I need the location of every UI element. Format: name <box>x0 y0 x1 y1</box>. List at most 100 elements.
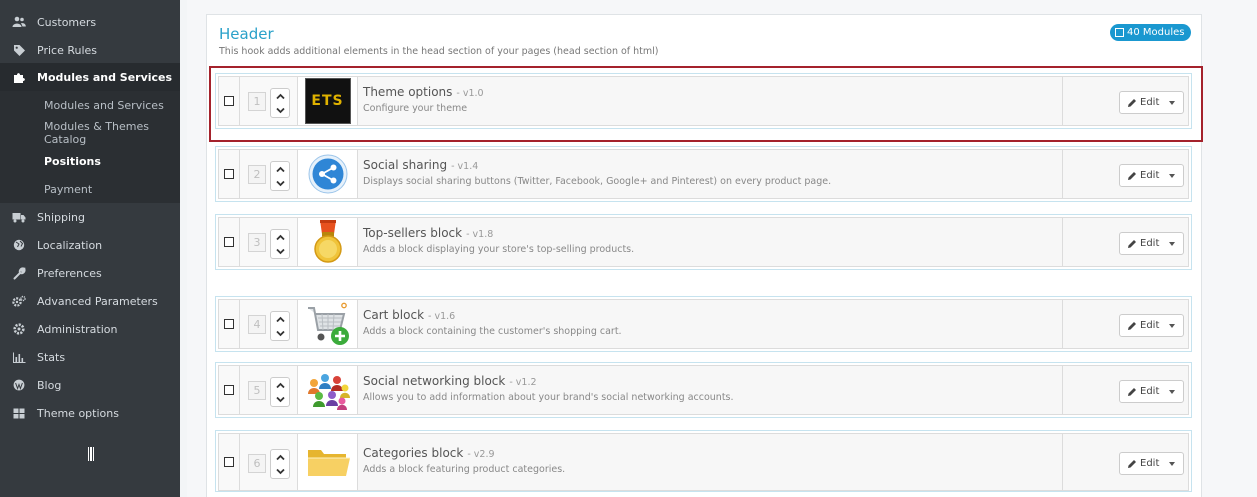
dropdown-caret-icon[interactable] <box>1169 242 1175 246</box>
pencil-icon <box>1128 239 1136 248</box>
module-name: Top-sellers block <box>363 226 463 240</box>
position-number: 5 <box>248 381 266 400</box>
collapse-menu-icon[interactable] <box>88 447 96 461</box>
module-actions-cell: Edit <box>1063 365 1189 415</box>
edit-label: Edit <box>1140 238 1160 249</box>
sidebar-item-stats[interactable]: Stats <box>0 343 180 371</box>
sidebar-item-localization[interactable]: Localization <box>0 231 180 259</box>
module-description: Displays social sharing buttons (Twitter… <box>363 176 832 187</box>
sidebar-item-advanced-parameters[interactable]: Advanced Parameters <box>0 287 180 315</box>
module-version: - v1.4 <box>451 161 479 172</box>
sidebar-subitem-modules-themes-catalog[interactable]: Modules & Themes Catalog <box>0 119 180 147</box>
sidebar-subitem-label: Payment <box>44 182 93 196</box>
sidebar-subitem-payment[interactable]: Payment <box>0 175 180 203</box>
sidebar-item-shipping[interactable]: Shipping <box>0 203 180 231</box>
move-down-icon[interactable] <box>275 180 285 187</box>
module-info-cell: Cart block - v1.6 Adds a block containing… <box>358 299 1063 349</box>
medal-icon <box>313 220 342 263</box>
move-down-icon[interactable] <box>275 468 285 475</box>
select-checkbox[interactable] <box>224 169 234 179</box>
module-version: - v2.9 <box>467 449 495 460</box>
row-checkbox-cell <box>218 149 240 199</box>
edit-button[interactable]: Edit <box>1119 380 1184 403</box>
sidebar-item-modules-and-services[interactable]: Modules and Services <box>0 63 180 91</box>
modules-count-badge[interactable]: 40 Modules <box>1110 24 1191 41</box>
module-name: Social sharing <box>363 158 448 172</box>
dropdown-caret-icon[interactable] <box>1169 174 1175 178</box>
module-description: Allows you to add information about your… <box>363 392 734 403</box>
sidebar-item-administration[interactable]: Administration <box>0 315 180 343</box>
move-up-icon[interactable] <box>275 382 285 389</box>
select-checkbox[interactable] <box>224 319 234 329</box>
select-checkbox[interactable] <box>224 237 234 247</box>
sidebar-item-label: Blog <box>37 378 62 392</box>
module-version: - v1.6 <box>428 311 456 322</box>
module-version: - v1.8 <box>466 229 494 240</box>
move-up-icon[interactable] <box>275 234 285 241</box>
module-logo-cell <box>298 433 358 491</box>
reorder-arrows[interactable] <box>270 311 290 341</box>
wrench-icon <box>12 266 26 280</box>
dropdown-caret-icon[interactable] <box>1169 390 1175 394</box>
move-down-icon[interactable] <box>275 248 285 255</box>
edit-button[interactable]: Edit <box>1119 232 1184 255</box>
position-number: 6 <box>248 454 266 473</box>
edit-button[interactable]: Edit <box>1119 164 1184 187</box>
sidebar-item-label: Price Rules <box>37 43 98 57</box>
module-info-cell: Social sharing - v1.4 Displays social sha… <box>358 149 1063 199</box>
move-up-icon[interactable] <box>275 454 285 461</box>
dropdown-caret-icon[interactable] <box>1169 324 1175 328</box>
position-cell: 3 <box>240 217 298 267</box>
module-logo-cell <box>298 365 358 415</box>
truck-icon <box>12 210 26 224</box>
tag-icon <box>12 43 26 57</box>
row-checkbox-cell <box>218 433 240 491</box>
row-checkbox-cell <box>218 365 240 415</box>
move-down-icon[interactable] <box>275 330 285 337</box>
edit-button[interactable]: Edit <box>1119 314 1184 337</box>
reorder-arrows[interactable] <box>270 161 290 191</box>
hook-description: This hook adds additional elements in th… <box>219 46 659 57</box>
sidebar-item-blog[interactable]: Blog <box>0 371 180 399</box>
position-cell: 6 <box>240 433 298 491</box>
modules-count-label: 40 Modules <box>1127 27 1185 38</box>
sidebar-gutter <box>180 0 187 497</box>
reorder-arrows[interactable] <box>270 449 290 479</box>
sidebar-subitem-modules-and-services[interactable]: Modules and Services <box>0 91 180 119</box>
module-info-cell: Top-sellers block - v1.8 Adds a block dis… <box>358 217 1063 267</box>
move-down-icon[interactable] <box>275 396 285 403</box>
globe-icon <box>12 238 26 252</box>
sidebar-item-customers[interactable]: Customers <box>0 8 180 36</box>
module-info-cell: Social networking block - v1.2 Allows you… <box>358 365 1063 415</box>
position-number: 4 <box>248 315 266 334</box>
people-network-icon <box>307 374 350 410</box>
sidebar-item-price-rules[interactable]: Price Rules <box>0 36 180 64</box>
hook-title: Header <box>219 25 274 43</box>
cogs-icon <box>12 294 26 308</box>
module-name: Cart block <box>363 308 425 322</box>
edit-button[interactable]: Edit <box>1119 452 1184 475</box>
sidebar-item-label: Administration <box>37 322 118 336</box>
select-checkbox[interactable] <box>224 457 234 467</box>
reorder-arrows[interactable] <box>270 229 290 259</box>
right-gutter <box>1216 0 1257 497</box>
sidebar-item-label: Preferences <box>37 266 102 280</box>
sidebar-item-preferences[interactable]: Preferences <box>0 259 180 287</box>
sidebar: Customers Price Rules Modules and Servic… <box>0 0 180 497</box>
sidebar-subitem-positions[interactable]: Positions <box>0 147 180 175</box>
position-cell: 2 <box>240 149 298 199</box>
sidebar-subitem-label: Positions <box>44 154 101 168</box>
pencil-icon <box>1128 387 1136 396</box>
edit-label: Edit <box>1140 386 1160 397</box>
move-up-icon[interactable] <box>275 166 285 173</box>
bar-chart-icon <box>12 350 26 364</box>
dropdown-caret-icon[interactable] <box>1169 462 1175 466</box>
users-icon <box>12 15 26 29</box>
select-checkbox[interactable] <box>224 385 234 395</box>
pencil-icon <box>1128 459 1136 468</box>
sidebar-item-theme-options[interactable]: Theme options <box>0 399 180 427</box>
sidebar-item-label: Customers <box>37 15 97 29</box>
move-up-icon[interactable] <box>275 316 285 323</box>
module-version: - v1.2 <box>509 377 537 388</box>
reorder-arrows[interactable] <box>270 377 290 407</box>
